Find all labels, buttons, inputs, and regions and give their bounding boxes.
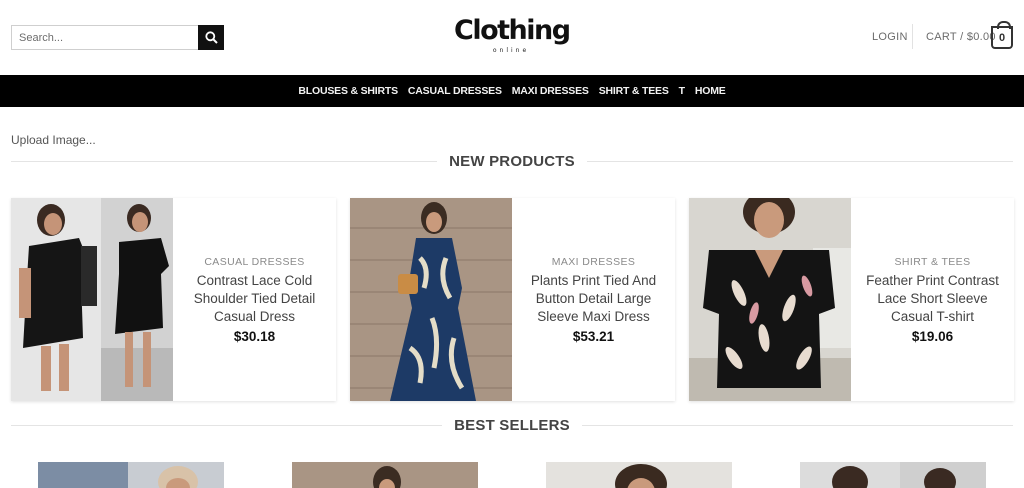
product-card[interactable]: CASUAL DRESSES Contrast Lace Cold Should… bbox=[11, 198, 336, 401]
product-category[interactable]: SHIRT & TEES bbox=[895, 256, 971, 268]
upload-image-link[interactable]: Upload Image... bbox=[11, 133, 96, 147]
nav-item-maxi-dresses[interactable]: MAXI DRESSES bbox=[512, 85, 589, 97]
cart-count: 0 bbox=[998, 31, 1006, 44]
site-header: Clothing online LOGIN CART / $0.00 0 bbox=[0, 0, 1024, 75]
cart-link[interactable]: CART / $0.00 bbox=[926, 31, 996, 43]
main-nav: BLOUSES & SHIRTS CASUAL DRESSES MAXI DRE… bbox=[0, 75, 1024, 107]
login-link[interactable]: LOGIN bbox=[872, 31, 908, 43]
product-price: $19.06 bbox=[911, 328, 954, 344]
best-seller-photo bbox=[546, 462, 732, 488]
best-seller-photo bbox=[38, 462, 224, 488]
product-info: CASUAL DRESSES Contrast Lace Cold Should… bbox=[173, 198, 336, 401]
product-photo-black-dress bbox=[11, 198, 173, 401]
best-seller-image[interactable] bbox=[38, 462, 224, 488]
product-category[interactable]: CASUAL DRESSES bbox=[204, 256, 304, 268]
best-seller-image[interactable] bbox=[292, 462, 478, 488]
nav-item-casual-dresses[interactable]: CASUAL DRESSES bbox=[408, 85, 502, 97]
product-price: $30.18 bbox=[233, 328, 276, 344]
new-products-heading: NEW PRODUCTS bbox=[11, 151, 1014, 171]
product-category[interactable]: MAXI DRESSES bbox=[552, 256, 636, 268]
logo-text: Clothing bbox=[454, 15, 571, 46]
logo-subtext: online bbox=[492, 47, 530, 54]
product-image[interactable] bbox=[11, 198, 173, 401]
search-form bbox=[11, 25, 224, 50]
best-seller-image[interactable] bbox=[800, 462, 986, 488]
search-input[interactable] bbox=[11, 25, 198, 50]
product-photo-feather-tshirt bbox=[689, 198, 851, 401]
product-image[interactable] bbox=[689, 198, 851, 401]
best-seller-photo bbox=[800, 462, 986, 488]
product-name[interactable]: Feather Print Contrast Lace Short Sleeve… bbox=[863, 272, 1002, 326]
cart-bag-icon[interactable]: 0 bbox=[991, 21, 1013, 49]
product-image[interactable] bbox=[350, 198, 512, 401]
product-card[interactable]: MAXI DRESSES Plants Print Tied And Butto… bbox=[350, 198, 675, 401]
divider bbox=[581, 424, 1013, 426]
nav-item-t[interactable]: T bbox=[679, 85, 685, 97]
section-title: NEW PRODUCTS bbox=[449, 152, 575, 170]
best-sellers-heading: BEST SELLERS bbox=[11, 415, 1013, 435]
site-logo[interactable]: Clothing online bbox=[454, 15, 571, 58]
product-name[interactable]: Plants Print Tied And Button Detail Larg… bbox=[524, 272, 663, 326]
best-seller-image[interactable] bbox=[546, 462, 732, 488]
header-divider bbox=[912, 24, 913, 49]
divider bbox=[11, 160, 438, 162]
nav-item-shirt-tees[interactable]: SHIRT & TEES bbox=[599, 85, 669, 97]
search-button[interactable] bbox=[198, 25, 224, 50]
product-photo-maxi-dress bbox=[350, 198, 512, 401]
nav-item-home[interactable]: HOME bbox=[695, 85, 726, 97]
section-title: BEST SELLERS bbox=[454, 416, 570, 434]
nav-item-blouses-shirts[interactable]: BLOUSES & SHIRTS bbox=[298, 85, 398, 97]
product-price: $53.21 bbox=[572, 328, 615, 344]
product-info: SHIRT & TEES Feather Print Contrast Lace… bbox=[851, 198, 1014, 401]
divider bbox=[586, 160, 1014, 162]
search-icon bbox=[204, 31, 218, 44]
product-name[interactable]: Contrast Lace Cold Shoulder Tied Detail … bbox=[185, 272, 324, 326]
product-card[interactable]: SHIRT & TEES Feather Print Contrast Lace… bbox=[689, 198, 1014, 401]
divider bbox=[11, 424, 443, 426]
best-seller-photo bbox=[292, 462, 478, 488]
product-info: MAXI DRESSES Plants Print Tied And Butto… bbox=[512, 198, 675, 401]
